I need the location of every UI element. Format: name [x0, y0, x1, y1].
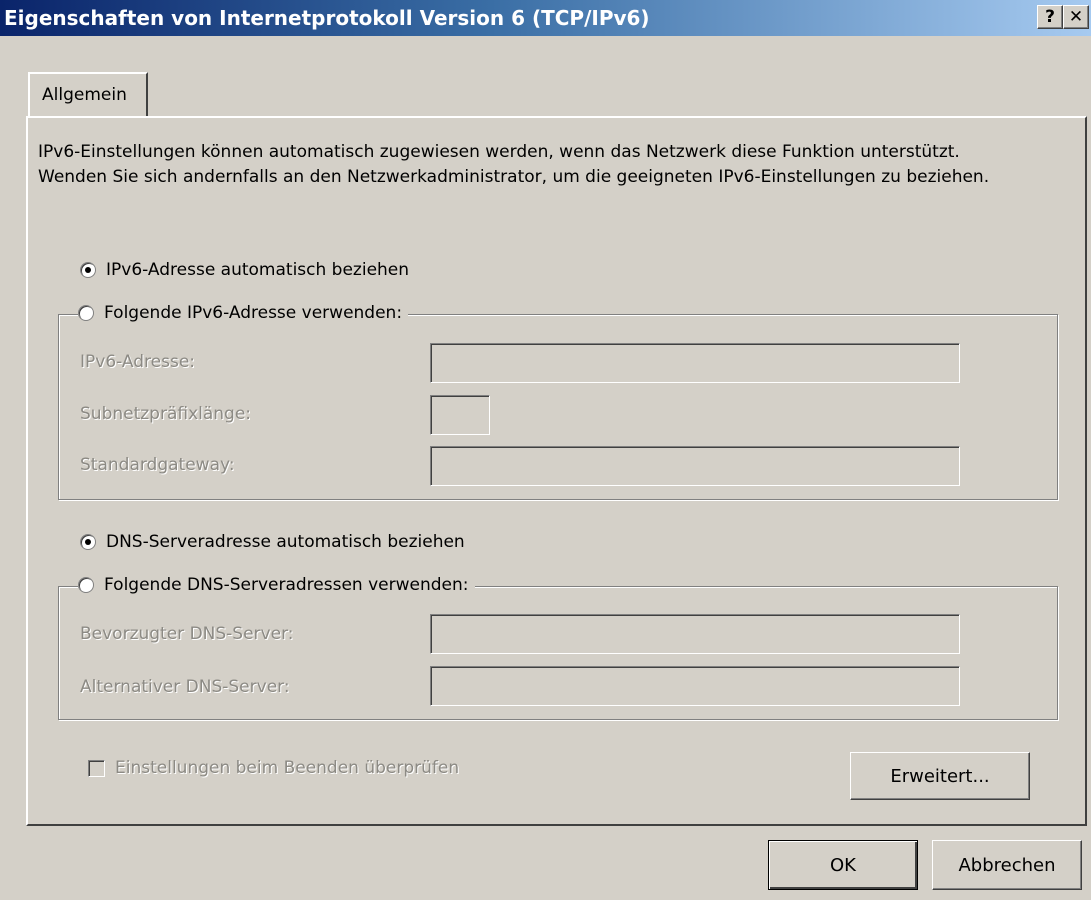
subnet-prefix-field[interactable] [430, 395, 490, 435]
window-title: Eigenschaften von Internetprotokoll Vers… [4, 6, 650, 30]
default-gateway-field[interactable] [430, 446, 960, 486]
radio-ipv6-auto[interactable]: IPv6-Adresse automatisch beziehen [80, 260, 416, 280]
checkbox-indicator [88, 759, 105, 777]
radio-dns-auto-label: DNS-Serveradresse automatisch beziehen [106, 532, 465, 552]
title-bar: Eigenschaften von Internetprotokoll Vers… [0, 0, 1091, 36]
advanced-button[interactable]: Erweitert... [850, 752, 1030, 800]
validate-on-exit-label: Einstellungen beim Beenden überprüfen [115, 758, 460, 778]
ok-button[interactable]: OK [768, 840, 918, 890]
intro-text: IPv6-Einstellungen können automatisch zu… [38, 142, 990, 187]
help-button[interactable]: ? [1037, 5, 1063, 29]
radio-indicator [80, 262, 96, 278]
radio-ipv6-manual-label: Folgende IPv6-Adresse verwenden: [104, 303, 403, 323]
validate-on-exit-checkbox[interactable]: Einstellungen beim Beenden überprüfen [88, 758, 459, 778]
alternate-dns-field[interactable] [430, 666, 960, 706]
preferred-dns-field[interactable] [430, 614, 960, 654]
ipv6-address-field[interactable] [430, 343, 960, 383]
radio-indicator [80, 534, 96, 550]
subnet-prefix-label: Subnetzpräfixlänge: [80, 404, 252, 424]
radio-dns-manual[interactable]: Folgende DNS-Serveradressen verwenden: [78, 575, 475, 595]
default-gateway-label: Standardgateway: [80, 455, 235, 475]
radio-indicator [78, 577, 94, 593]
ipv6-address-label: IPv6-Adresse: [80, 352, 195, 372]
radio-indicator [78, 305, 94, 321]
tab-allgemein[interactable]: Allgemein [28, 72, 148, 116]
radio-dns-auto[interactable]: DNS-Serveradresse automatisch beziehen [80, 532, 471, 552]
radio-ipv6-manual[interactable]: Folgende IPv6-Adresse verwenden: [78, 303, 409, 323]
alternate-dns-label: Alternativer DNS-Server: [80, 677, 290, 697]
close-button[interactable]: ✕ [1063, 5, 1089, 29]
radio-ipv6-auto-label: IPv6-Adresse automatisch beziehen [106, 260, 410, 280]
radio-dns-manual-label: Folgende DNS-Serveradressen verwenden: [104, 575, 469, 595]
cancel-button[interactable]: Abbrechen [932, 840, 1082, 890]
tab-label: Allgemein [42, 85, 127, 105]
preferred-dns-label: Bevorzugter DNS-Server: [80, 624, 294, 644]
